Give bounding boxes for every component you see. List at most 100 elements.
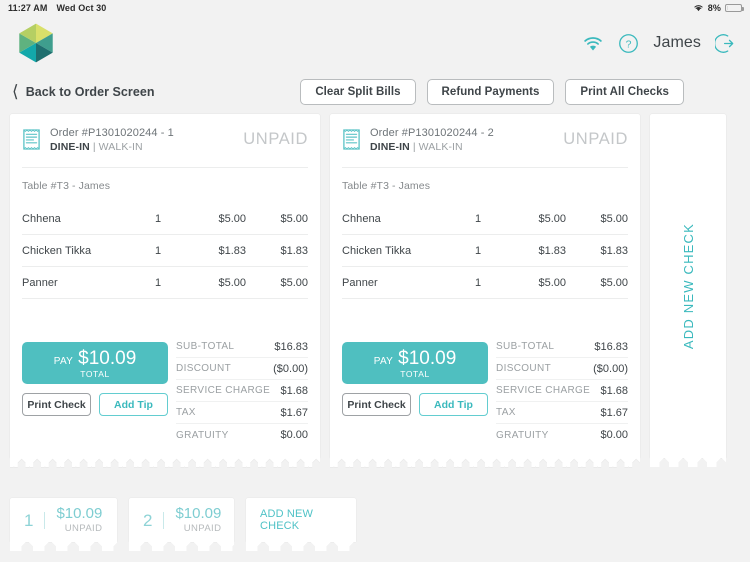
add-tip-button[interactable]: Add Tip (419, 393, 488, 416)
total-value: $1.68 (280, 384, 308, 397)
table-row[interactable]: Panner 1 $5.00 $5.00 (342, 267, 628, 299)
check-card-footer: PAY $10.09 TOTAL Print Check Add Tip SUB… (330, 334, 640, 458)
total-row: SUB-TOTAL $16.83 (496, 336, 628, 358)
table-row[interactable]: Chicken Tikka 1 $1.83 $1.83 (22, 235, 308, 267)
item-total: $5.00 (600, 276, 628, 289)
total-label: GRATUITY (176, 429, 229, 441)
item-price: $5.00 (218, 212, 246, 225)
pay-total-label: TOTAL (80, 368, 110, 379)
item-name: Panner (22, 276, 58, 289)
total-row: GRATUITY $0.00 (176, 424, 308, 446)
add-tip-button[interactable]: Add Tip (99, 393, 168, 416)
item-name: Chicken Tikka (342, 244, 412, 257)
add-new-check-label: ADD NEW CHECK (680, 222, 696, 350)
logout-arrow-icon[interactable] (715, 33, 736, 54)
item-price: $1.83 (538, 244, 566, 257)
total-label: DISCOUNT (496, 363, 552, 374)
item-name: Chicken Tikka (22, 244, 92, 257)
pay-total-label: TOTAL (400, 368, 430, 379)
receipt-zigzag-edge (246, 542, 356, 551)
total-label: SERVICE CHARGE (496, 385, 591, 396)
total-row: TAX $1.67 (176, 402, 308, 424)
order-info: Order #P1301020244 - 2 DINE-IN | WALK-IN (370, 127, 494, 153)
item-total: $1.83 (600, 244, 628, 257)
add-new-check-tab-wrapper: ADD NEW CHECK (246, 498, 356, 551)
total-value: $16.83 (274, 340, 308, 353)
table-row[interactable]: Chicken Tikka 1 $1.83 $1.83 (342, 235, 628, 267)
help-circle-icon[interactable]: ? (618, 33, 639, 54)
pay-button[interactable]: PAY $10.09 TOTAL (22, 342, 168, 384)
item-price: $5.00 (538, 276, 566, 289)
total-label: TAX (176, 407, 196, 418)
items-filler (330, 299, 640, 334)
status-time: 11:27 AM (8, 3, 48, 13)
total-value: $0.00 (600, 429, 628, 441)
table-row[interactable]: Chhena 1 $5.00 $5.00 (342, 203, 628, 235)
total-value: ($0.00) (273, 362, 308, 375)
order-type-primary: DINE-IN (50, 141, 90, 153)
clear-split-bills-button[interactable]: Clear Split Bills (300, 79, 416, 105)
add-new-check-tab[interactable]: ADD NEW CHECK (246, 498, 356, 542)
status-badge: UNPAID (243, 130, 308, 148)
check-tab-status: UNPAID (183, 522, 222, 534)
check-tab-1[interactable]: 1 $10.09 UNPAID (10, 498, 117, 542)
items-list: Chhena 1 $5.00 $5.00 Chicken Tikka 1 $1.… (10, 203, 320, 299)
item-total: $5.00 (280, 212, 308, 225)
hexagon-logo-icon (14, 21, 58, 65)
table-row[interactable]: Chhena 1 $5.00 $5.00 (22, 203, 308, 235)
print-check-button[interactable]: Print Check (22, 393, 91, 416)
total-row: GRATUITY $0.00 (496, 424, 628, 446)
check-card[interactable]: Order #P1301020244 - 1 DINE-IN | WALK-IN… (10, 114, 320, 458)
wifi-icon[interactable] (582, 35, 604, 52)
action-toolbar: ⟨ Back to Order Screen Clear Split Bills… (0, 70, 750, 114)
add-new-check-panel[interactable]: ADD NEW CHECK (650, 114, 726, 458)
check-card-footer: PAY $10.09 TOTAL Print Check Add Tip SUB… (10, 334, 320, 458)
check-tab-amount: $10.09 (56, 505, 103, 523)
check-tab-details: $10.09 UNPAID (175, 506, 221, 534)
back-to-order-screen-button[interactable]: ⟨ Back to Order Screen (12, 83, 155, 100)
item-name: Chhena (22, 212, 61, 225)
item-name: Chhena (342, 212, 381, 225)
total-label: GRATUITY (496, 429, 549, 441)
order-type-secondary: WALK-IN (418, 141, 463, 153)
item-total: $1.83 (280, 244, 308, 257)
pay-button-line: PAY $10.09 (54, 348, 137, 370)
status-date: Wed Oct 30 (56, 3, 107, 13)
order-type-label: DINE-IN | WALK-IN (50, 141, 174, 153)
back-button-label: Back to Order Screen (25, 85, 155, 99)
check-tab-2[interactable]: 2 $10.09 UNPAID (129, 498, 234, 542)
check-card-wrapper: Order #P1301020244 - 1 DINE-IN | WALK-IN… (10, 114, 320, 482)
item-total: $5.00 (600, 212, 628, 225)
total-row: SERVICE CHARGE $1.68 (176, 380, 308, 402)
print-all-checks-button[interactable]: Print All Checks (565, 79, 684, 105)
add-new-check-panel-wrapper: ADD NEW CHECK (650, 114, 726, 482)
item-qty: 1 (474, 212, 482, 225)
order-info: Order #P1301020244 - 1 DINE-IN | WALK-IN (50, 127, 174, 153)
item-qty: 1 (474, 276, 482, 289)
check-tabs-bar: 1 $10.09 UNPAID 2 $10.09 UNPAID ADD NEW … (0, 482, 750, 551)
item-qty: 1 (154, 212, 162, 225)
items-filler (10, 299, 320, 334)
items-list: Chhena 1 $5.00 $5.00 Chicken Tikka 1 $1.… (330, 203, 640, 299)
total-value: $1.67 (600, 406, 628, 419)
total-label: SUB-TOTAL (176, 341, 235, 352)
payment-controls: PAY $10.09 TOTAL Print Check Add Tip (22, 334, 168, 416)
pay-button[interactable]: PAY $10.09 TOTAL (342, 342, 488, 384)
total-value: $16.83 (594, 340, 628, 353)
totals-list: SUB-TOTAL $16.83 DISCOUNT ($0.00) SERVIC… (176, 334, 308, 446)
refund-payments-button[interactable]: Refund Payments (426, 79, 555, 105)
svg-text:?: ? (626, 38, 632, 50)
item-total: $5.00 (280, 276, 308, 289)
total-label: TAX (496, 407, 516, 418)
check-card[interactable]: Order #P1301020244 - 2 DINE-IN | WALK-IN… (330, 114, 640, 458)
status-right-group: 8% (693, 3, 744, 14)
item-price: $5.00 (538, 212, 566, 225)
table-row[interactable]: Panner 1 $5.00 $5.00 (22, 267, 308, 299)
header-actions: ? James (582, 33, 736, 54)
total-row: SUB-TOTAL $16.83 (176, 336, 308, 358)
print-check-button[interactable]: Print Check (342, 393, 411, 416)
toolbar-buttons-group: Clear Split Bills Refund Payments Print … (300, 79, 738, 105)
order-number-label: Order #P1301020244 - 1 (50, 127, 174, 139)
total-value: $1.68 (600, 384, 628, 397)
check-tab-status: UNPAID (64, 522, 103, 534)
